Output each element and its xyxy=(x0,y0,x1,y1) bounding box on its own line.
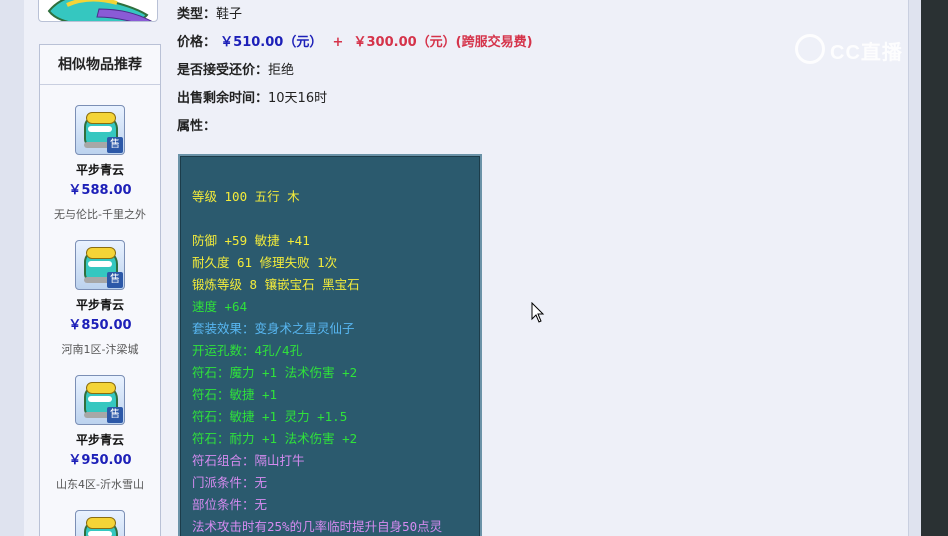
type-row: 类型：鞋子 xyxy=(177,6,242,24)
attribute-line: 符石：耐力 +1 法术伤害 +2 xyxy=(192,431,358,446)
remaining-time-value: 10天16时 xyxy=(268,91,328,106)
attribute-line: 耐久度 61 修理失败 1次 xyxy=(192,255,338,270)
attribute-line: 门派条件：无 xyxy=(192,475,268,490)
similar-items-sidebar: 相似物品推荐 售 平步青云 ￥588.00 无与伦比-千里之外 售 平步青云 ￥… xyxy=(39,44,161,536)
right-margin xyxy=(908,0,921,536)
recommended-item-price: ￥850.00 xyxy=(68,318,132,333)
attribute-line: 符石：敏捷 +1 灵力 +1.5 xyxy=(192,409,348,424)
price-row: 价格： ￥510.00（元） + ￥300.00（元）(跨服交易费) xyxy=(177,34,533,52)
attribute-line: 开运孔数：4孔/4孔 xyxy=(192,343,303,358)
mouse-cursor-icon xyxy=(531,302,545,323)
left-margin xyxy=(0,0,24,536)
sidebar-title: 相似物品推荐 xyxy=(40,45,160,85)
sale-tag: 售 xyxy=(107,137,123,153)
shoe-icon xyxy=(47,0,153,21)
recommended-item-name[interactable]: 平步青云 xyxy=(40,296,160,313)
sale-tag: 售 xyxy=(107,407,123,423)
recommended-item-price: ￥950.00 xyxy=(68,453,132,468)
recommended-item-server: 山东4区-沂水雪山 xyxy=(56,478,144,491)
attribute-line: 符石：魔力 +1 法术伤害 +2 xyxy=(192,365,358,380)
sale-tag: 售 xyxy=(107,272,123,288)
recommended-item-server: 无与伦比-千里之外 xyxy=(54,208,146,221)
attributes-panel: 等级 100 五行 木 防御 +59 敏捷 +41 耐久度 61 修理失败 1次… xyxy=(178,154,482,536)
shoe-icon[interactable]: 售 xyxy=(75,240,125,290)
bargain-row: 是否接受还价：拒绝 xyxy=(177,62,294,80)
recommended-item-server: 河南1区-汴梁城 xyxy=(61,343,139,356)
bargain-value: 拒绝 xyxy=(268,63,295,78)
bargain-label: 是否接受还价： xyxy=(177,63,269,78)
remaining-time-label: 出售剩余时间： xyxy=(177,91,269,106)
attributes-row: 属性： xyxy=(177,118,216,136)
shoe-icon[interactable]: 售 xyxy=(75,375,125,425)
attribute-line: 符石组合：隔山打牛 xyxy=(192,453,305,468)
attribute-line: 套装效果：变身术之星灵仙子 xyxy=(192,321,355,336)
attribute-line: 防御 +59 敏捷 +41 xyxy=(192,233,310,248)
remaining-time-row: 出售剩余时间：10天16时 xyxy=(177,90,327,108)
cross-server-fee: ￥300.00（元）(跨服交易费) xyxy=(353,35,533,50)
price-value: ￥510.00（元） xyxy=(220,35,323,50)
cc-logo-icon xyxy=(795,34,825,64)
watermark-text: CC直播 xyxy=(830,42,903,64)
attribute-line: 符石：敏捷 +1 xyxy=(192,387,278,402)
attribute-line: 速度 +64 xyxy=(192,299,248,314)
attribute-line: 部位条件：无 xyxy=(192,497,268,512)
trade-detail-page: 相似物品推荐 售 平步青云 ￥588.00 无与伦比-千里之外 售 平步青云 ￥… xyxy=(0,0,921,536)
shoe-icon[interactable]: 售 xyxy=(75,105,125,155)
price-plus: + xyxy=(332,35,344,50)
recommended-item-name[interactable]: 平步青云 xyxy=(40,431,160,448)
shoe-icon[interactable] xyxy=(75,510,125,536)
recommended-item-name[interactable]: 平步青云 xyxy=(40,161,160,178)
attribute-line: 等级 100 五行 木 xyxy=(192,189,300,204)
attributes-label: 属性： xyxy=(177,119,217,134)
recommended-item-price: ￥588.00 xyxy=(68,183,132,198)
type-value: 鞋子 xyxy=(216,7,243,22)
stream-watermark: CC直播 xyxy=(795,30,920,68)
attribute-line: 法术攻击时有25%的几率临时提升自身50点灵 xyxy=(192,519,443,534)
type-label: 类型： xyxy=(177,7,217,22)
attribute-line: 锻炼等级 8 镶嵌宝石 黑宝石 xyxy=(192,277,360,292)
price-label: 价格： xyxy=(177,35,217,50)
item-thumbnail[interactable] xyxy=(38,0,158,22)
